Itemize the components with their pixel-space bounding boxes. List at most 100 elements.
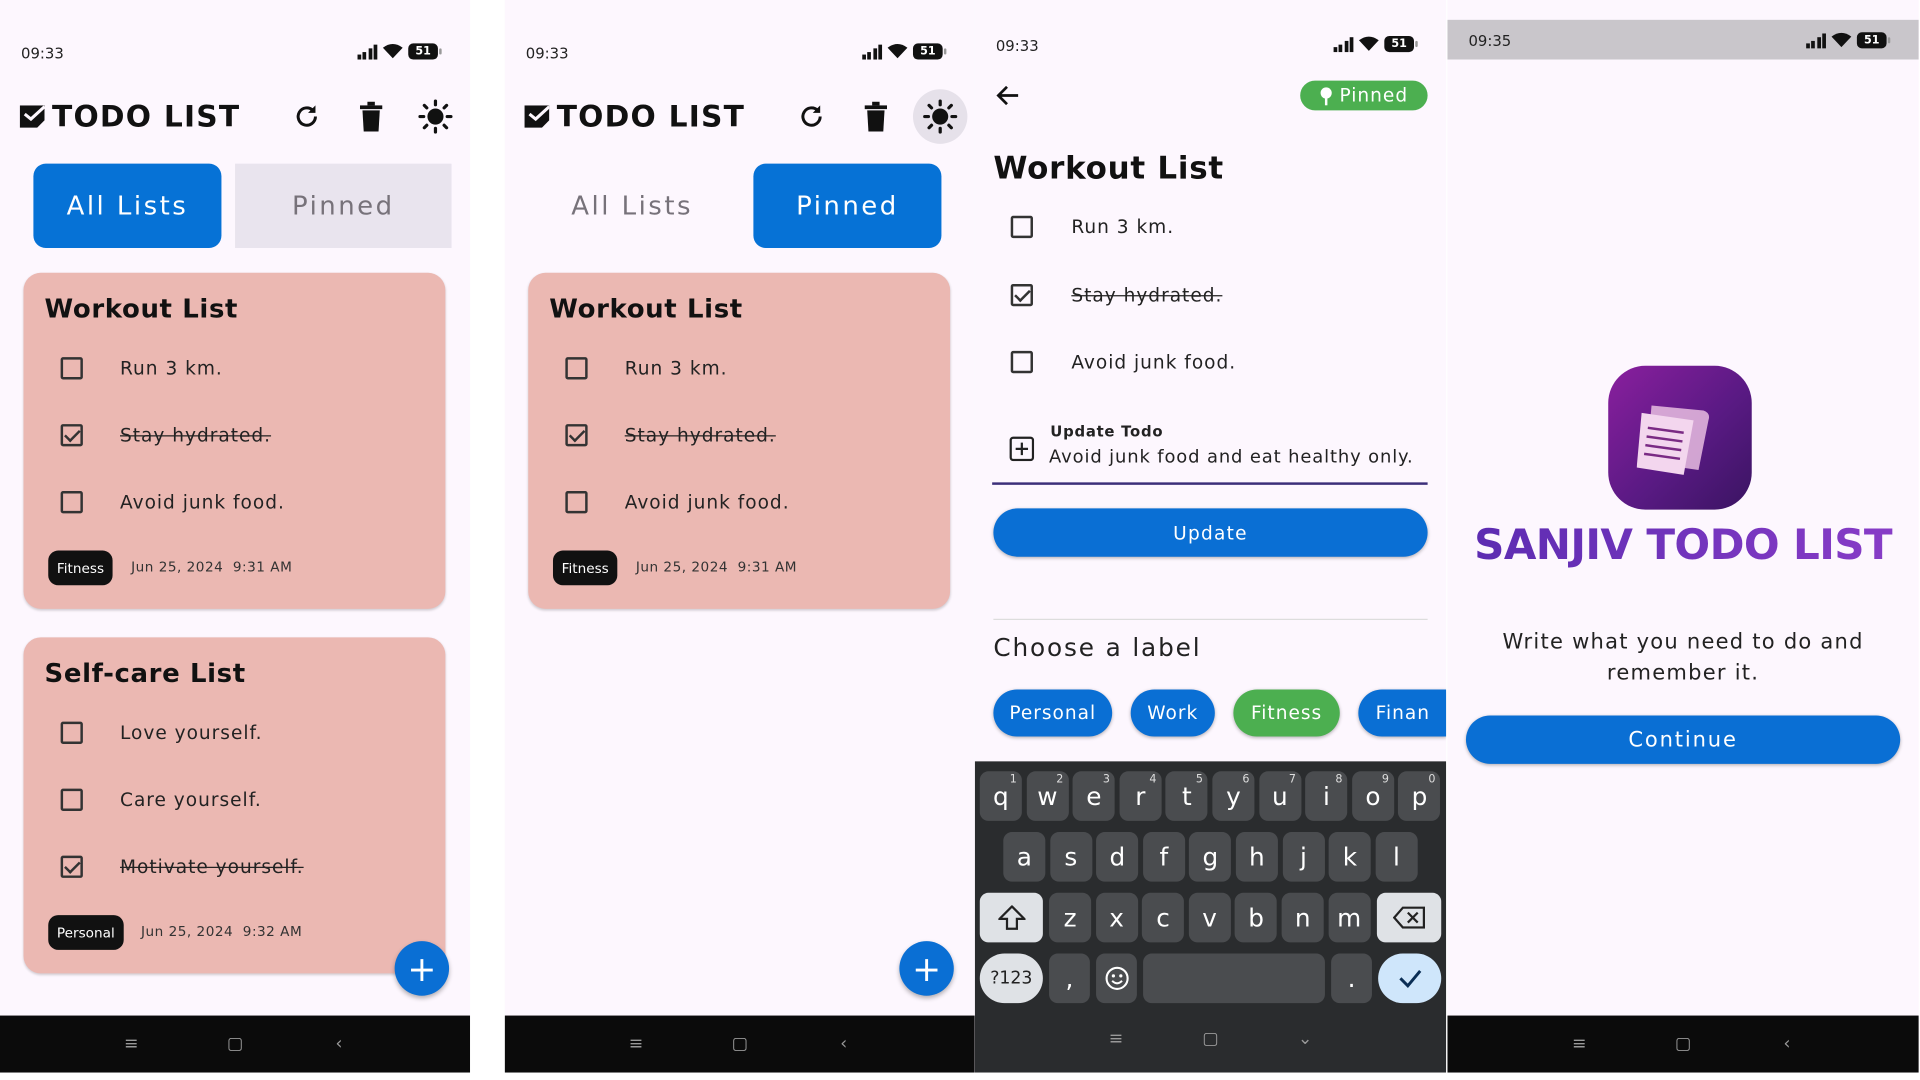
update-todo-field[interactable]: Update Todo Avoid junk food and eat heal… bbox=[992, 415, 1428, 485]
key-b[interactable]: b bbox=[1235, 892, 1278, 943]
back-arrow-icon[interactable] bbox=[996, 83, 1021, 108]
add-list-button[interactable]: + bbox=[899, 941, 954, 996]
key-j[interactable]: j bbox=[1282, 832, 1325, 882]
todo-item[interactable]: Run 3 km. bbox=[565, 353, 727, 383]
key-h[interactable]: h bbox=[1235, 832, 1278, 882]
checkbox[interactable] bbox=[565, 357, 588, 380]
todo-card-selfcare[interactable]: Self-care List Love yourself. Care yours… bbox=[23, 637, 446, 974]
todo-item[interactable]: Avoid junk food. bbox=[60, 487, 285, 517]
back-icon[interactable]: ‹ bbox=[1775, 1034, 1800, 1054]
todo-item[interactable]: Avoid junk food. bbox=[1010, 347, 1236, 377]
add-list-button[interactable]: + bbox=[394, 941, 450, 996]
refresh-icon[interactable] bbox=[280, 89, 334, 144]
key-a[interactable]: a bbox=[1003, 832, 1046, 882]
checkbox[interactable] bbox=[60, 357, 83, 380]
todo-item[interactable]: Stay hydrated. bbox=[60, 420, 271, 450]
menu-icon[interactable]: ≡ bbox=[1567, 1034, 1592, 1054]
label-option-work[interactable]: Work bbox=[1130, 689, 1215, 737]
home-icon[interactable]: ▢ bbox=[1671, 1034, 1696, 1054]
checkbox[interactable] bbox=[60, 788, 83, 811]
todo-item[interactable]: Run 3 km. bbox=[60, 353, 223, 383]
theme-toggle-sun-icon[interactable] bbox=[408, 89, 462, 144]
continue-button[interactable]: Continue bbox=[1465, 715, 1901, 764]
tab-pinned[interactable]: Pinned bbox=[753, 163, 942, 248]
back-icon[interactable]: ‹ bbox=[327, 1034, 352, 1054]
hide-keyboard-icon[interactable]: ⌄ bbox=[1298, 1029, 1313, 1059]
key-d[interactable]: d bbox=[1096, 832, 1139, 882]
space-key[interactable] bbox=[1143, 953, 1325, 1004]
refresh-icon[interactable] bbox=[784, 89, 838, 144]
checkbox[interactable] bbox=[60, 491, 83, 514]
key-t[interactable]: t5 bbox=[1165, 771, 1208, 821]
key-i[interactable]: i8 bbox=[1305, 771, 1348, 821]
checkbox-checked[interactable] bbox=[565, 424, 588, 447]
key-z[interactable]: z bbox=[1049, 892, 1092, 943]
delete-icon[interactable] bbox=[344, 89, 398, 144]
key-s[interactable]: s bbox=[1049, 832, 1092, 882]
app-title: TODO LIST bbox=[556, 99, 746, 134]
key-n[interactable]: n bbox=[1281, 892, 1324, 943]
label-option-personal[interactable]: Personal bbox=[993, 689, 1113, 737]
todo-card-workout[interactable]: Workout List Run 3 km. Stay hydrated. Av… bbox=[23, 272, 446, 609]
delete-icon[interactable] bbox=[849, 89, 903, 144]
key-v[interactable]: v bbox=[1188, 892, 1231, 943]
update-button[interactable]: Update bbox=[993, 508, 1428, 557]
field-value: Avoid junk food and eat healthy only. bbox=[1049, 447, 1414, 468]
label-option-fitness[interactable]: Fitness bbox=[1233, 689, 1340, 737]
tab-pinned[interactable]: Pinned bbox=[235, 163, 452, 248]
key-f[interactable]: f bbox=[1142, 832, 1185, 882]
key-c[interactable]: c bbox=[1142, 892, 1185, 943]
shift-key[interactable] bbox=[979, 892, 1043, 943]
label-option-finance[interactable]: Finan bbox=[1358, 689, 1447, 737]
checkbox[interactable] bbox=[1010, 215, 1033, 239]
key-w[interactable]: w2 bbox=[1026, 771, 1069, 821]
key-e[interactable]: e3 bbox=[1072, 771, 1115, 821]
todo-item[interactable]: Care yourself. bbox=[60, 785, 262, 815]
todo-card-workout[interactable]: Workout List Run 3 km. Stay hydrated. Av… bbox=[528, 272, 951, 609]
key-q[interactable]: q1 bbox=[979, 771, 1022, 821]
key-y[interactable]: y6 bbox=[1212, 771, 1255, 821]
theme-toggle-sun-icon[interactable] bbox=[912, 89, 968, 144]
key-u[interactable]: u7 bbox=[1258, 771, 1301, 821]
menu-icon[interactable]: ≡ bbox=[119, 1034, 144, 1054]
todo-item[interactable]: Run 3 km. bbox=[1010, 212, 1174, 242]
backspace-key[interactable] bbox=[1376, 892, 1442, 943]
comma-key[interactable]: , bbox=[1049, 953, 1090, 1004]
key-m[interactable]: m bbox=[1328, 892, 1371, 943]
period-key[interactable]: . bbox=[1331, 953, 1372, 1004]
key-r[interactable]: r4 bbox=[1119, 771, 1162, 821]
todo-item[interactable]: Avoid junk food. bbox=[565, 487, 789, 517]
shift-icon bbox=[997, 905, 1025, 930]
done-key[interactable] bbox=[1378, 953, 1442, 1004]
back-icon[interactable]: ‹ bbox=[831, 1034, 856, 1054]
pinned-badge[interactable]: Pinned bbox=[1300, 80, 1428, 111]
checkbox[interactable] bbox=[1010, 350, 1033, 374]
home-icon[interactable]: ▢ bbox=[223, 1034, 248, 1054]
checkbox[interactable] bbox=[60, 721, 83, 744]
key-l[interactable]: l bbox=[1375, 832, 1418, 882]
key-p[interactable]: p0 bbox=[1398, 771, 1441, 821]
menu-icon[interactable]: ≡ bbox=[1109, 1029, 1124, 1059]
key-k[interactable]: k bbox=[1328, 832, 1371, 882]
home-icon[interactable]: ▢ bbox=[727, 1034, 752, 1054]
key-g[interactable]: g bbox=[1189, 832, 1232, 882]
checkbox-checked[interactable] bbox=[1010, 283, 1033, 307]
tab-all-lists[interactable]: All Lists bbox=[33, 163, 222, 248]
tab-all-lists[interactable]: All Lists bbox=[538, 164, 726, 248]
checkbox[interactable] bbox=[565, 491, 588, 514]
menu-icon[interactable]: ≡ bbox=[623, 1034, 648, 1054]
todo-item[interactable]: Motivate yourself. bbox=[60, 852, 304, 882]
key-o[interactable]: o9 bbox=[1351, 771, 1394, 821]
todo-item[interactable]: Stay hydrated. bbox=[565, 420, 775, 450]
checkbox-checked[interactable] bbox=[60, 855, 83, 878]
todo-item[interactable]: Stay hydrated. bbox=[1010, 280, 1223, 310]
checkbox-checked[interactable] bbox=[60, 424, 83, 447]
home-icon[interactable]: ▢ bbox=[1202, 1029, 1218, 1059]
status-bar: 09:33 51 bbox=[505, 27, 975, 69]
key-x[interactable]: x bbox=[1095, 892, 1138, 943]
symbols-key[interactable]: ?123 bbox=[979, 953, 1043, 1004]
emoji-key[interactable] bbox=[1096, 953, 1137, 1004]
app-bar-actions bbox=[784, 89, 968, 144]
todo-item[interactable]: Love yourself. bbox=[60, 718, 263, 748]
card-date: Jun 25, 2024 9:31 AM bbox=[635, 559, 798, 576]
